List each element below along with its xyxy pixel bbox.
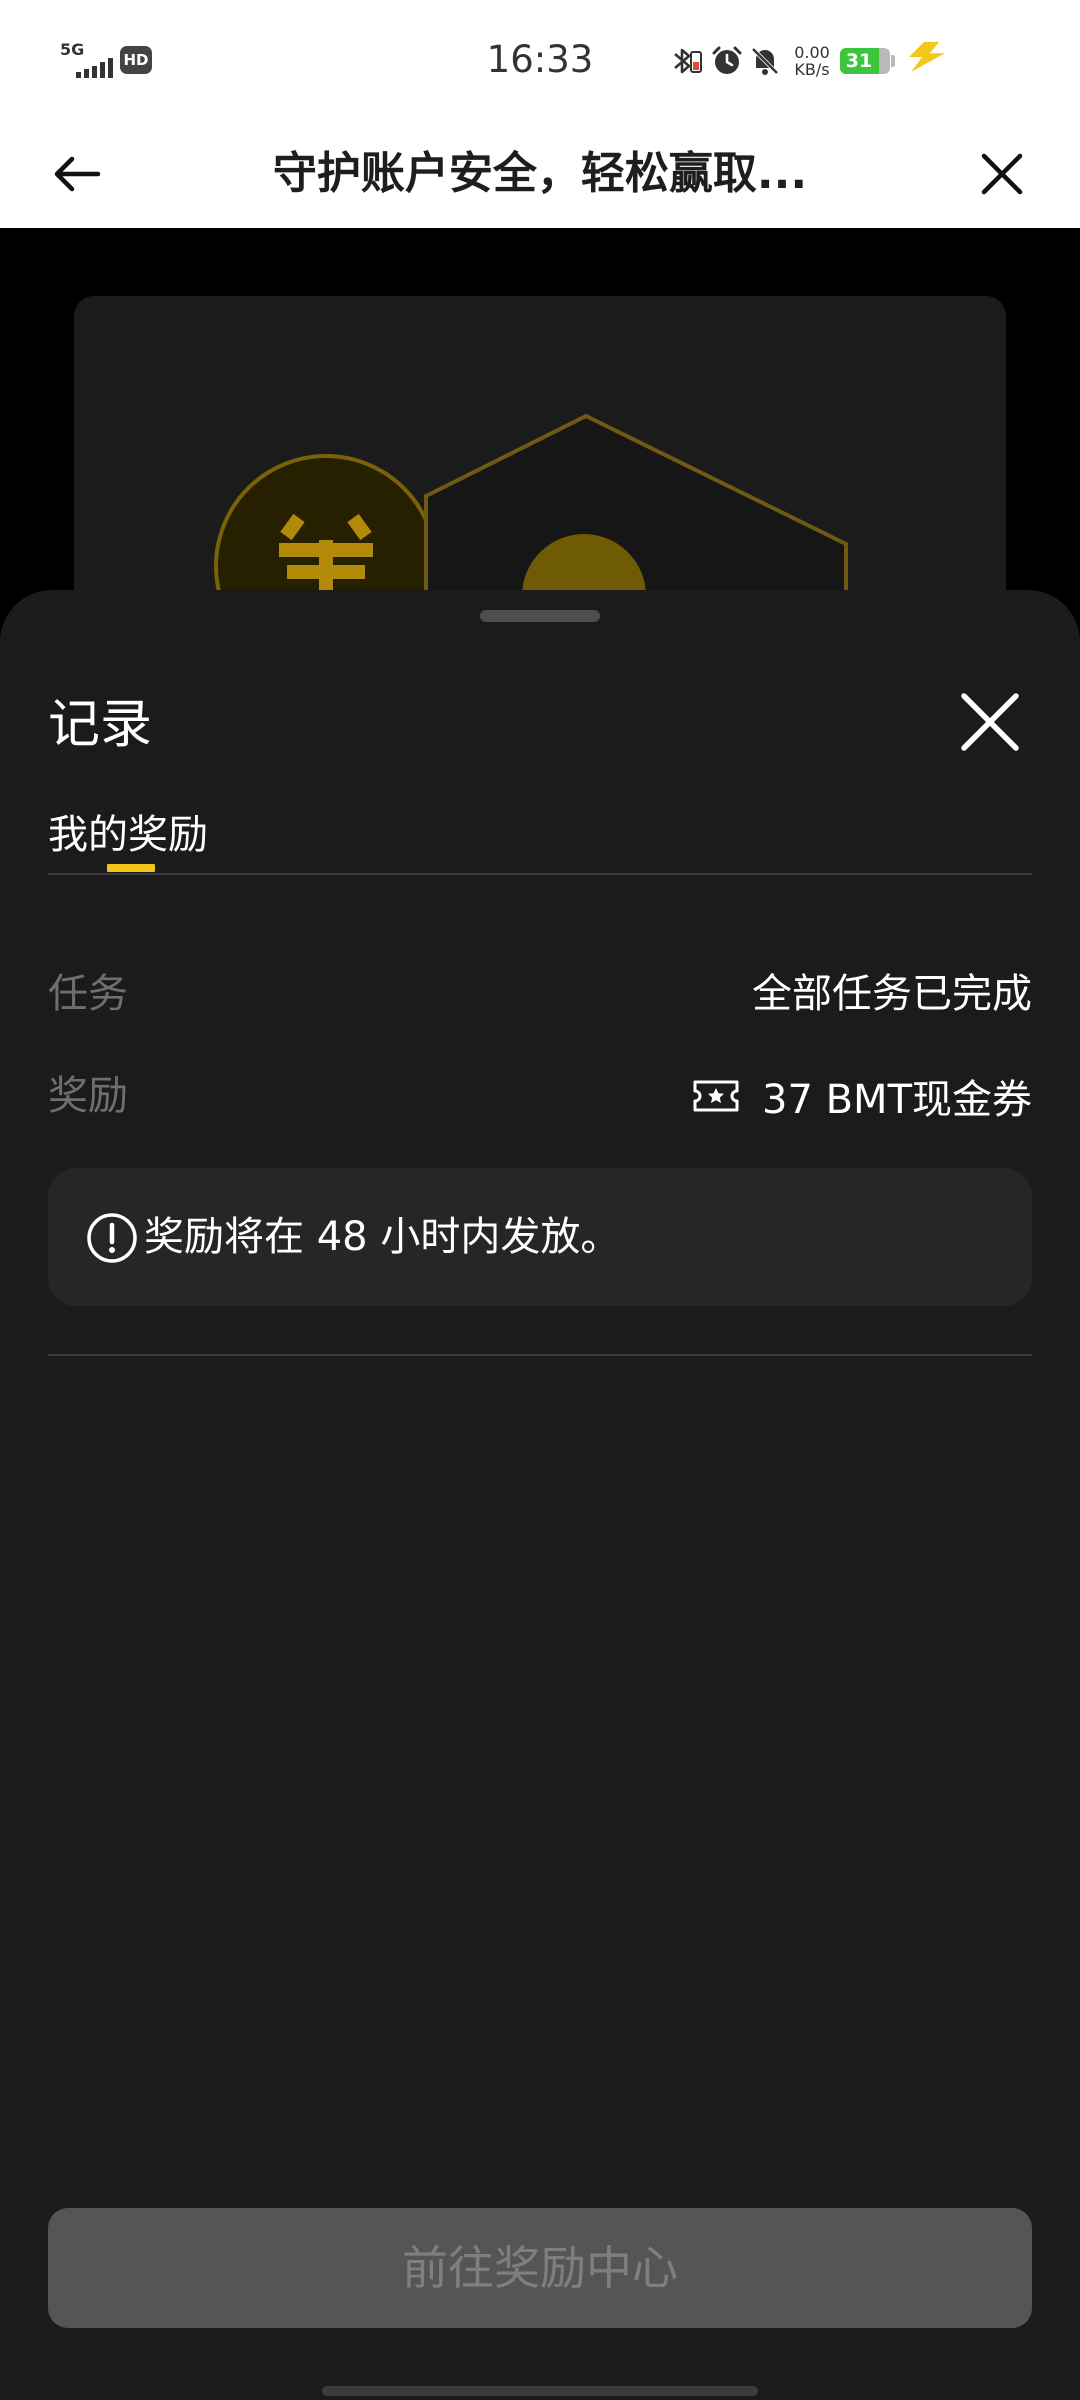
battery-level: 31 <box>845 50 873 72</box>
records-sheet: 记录 我的奖励 任务 全部任务已完成 奖励 37 BMT现金券 奖励将在 48 … <box>0 590 1080 2400</box>
go-to-rewards-center-button[interactable]: 前往奖励中心 <box>48 2208 1032 2328</box>
task-status: 全部任务已完成 <box>752 971 1032 1017</box>
task-label: 任务 <box>48 971 128 1017</box>
tab-active-indicator <box>107 864 155 872</box>
drag-handle[interactable] <box>480 610 600 622</box>
exclamation-circle-icon <box>87 1213 137 1263</box>
network-speed-value: 0.00 <box>794 43 830 62</box>
notice-box: 奖励将在 48 小时内发放。 <box>48 1168 1032 1306</box>
promo-illustration <box>214 413 848 596</box>
reward-label: 奖励 <box>48 1073 128 1119</box>
alarm-icon <box>712 46 742 74</box>
vibrate-icon <box>690 51 702 73</box>
sheet-close-button[interactable] <box>954 686 1026 758</box>
home-indicator[interactable] <box>322 2386 758 2396</box>
task-row: 任务 全部任务已完成 <box>48 964 1032 1024</box>
reward-value: 37 BMT现金券 <box>692 1066 1032 1126</box>
page-title: 守护账户安全，轻松赢取... <box>272 148 808 199</box>
battery-icon: 31 <box>840 48 890 74</box>
notice-text: 奖励将在 48 小时内发放。 <box>144 1214 621 1260</box>
reward-amount: 37 BMT现金券 <box>762 1077 1032 1123</box>
tab-my-rewards[interactable]: 我的奖励 <box>48 802 208 860</box>
status-bar: 5G HD 16:33 0.00 KB/s 31 <box>0 0 1080 120</box>
network-speed: 0.00 KB/s <box>786 44 838 78</box>
charging-icon <box>909 41 945 73</box>
sheet-title: 记录 <box>48 695 153 755</box>
tab-bar: 我的奖励 <box>48 802 1032 886</box>
reward-row: 奖励 37 BMT现金券 <box>48 1066 1032 1126</box>
section-divider <box>48 1354 1032 1356</box>
mute-icon <box>751 47 779 75</box>
network-speed-unit: KB/s <box>794 60 830 79</box>
close-page-button[interactable] <box>970 142 1034 206</box>
battery-tip <box>891 55 895 67</box>
tab-divider <box>48 873 1032 875</box>
coupon-icon <box>693 1080 739 1112</box>
back-button[interactable] <box>46 142 110 206</box>
nav-bar: 守护账户安全，轻松赢取... <box>0 120 1080 228</box>
